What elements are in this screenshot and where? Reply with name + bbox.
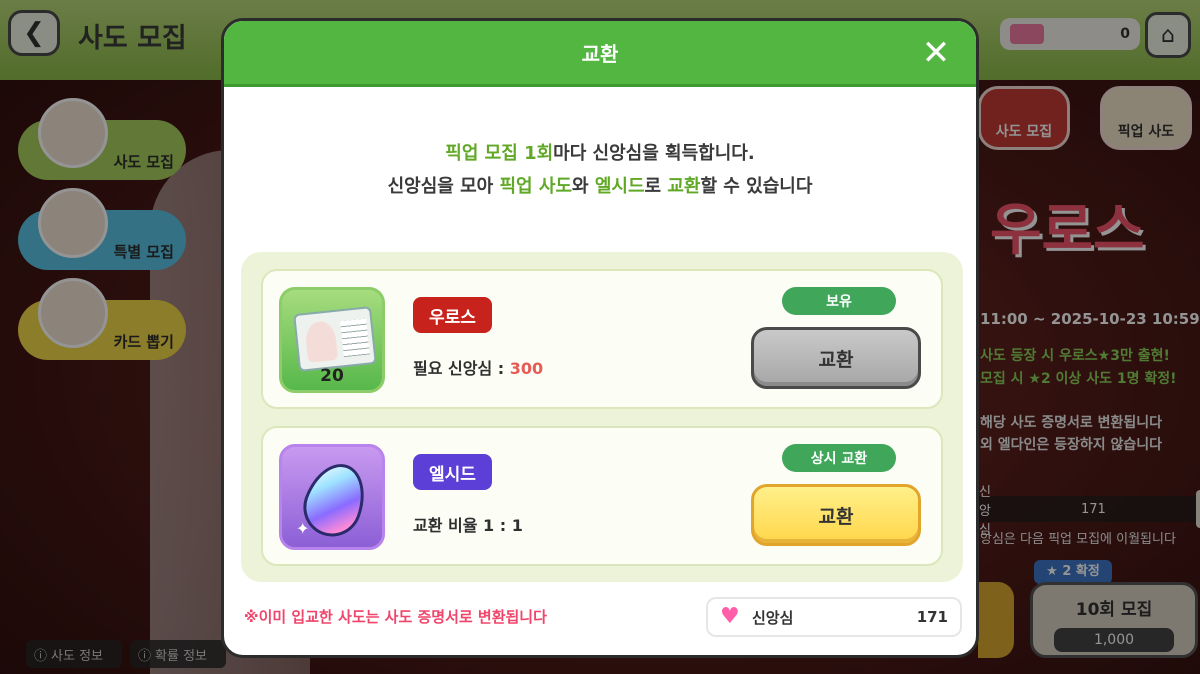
conversion-note: ※이미 입교한 사도는 사도 증명서로 변환됩니다 xyxy=(244,608,547,626)
list-item: 20 우로스 필요 신앙심 : 300 보유 교환 xyxy=(261,269,943,409)
item-name-tag: 엘시드 xyxy=(413,454,492,490)
faith-label: 신앙심 xyxy=(752,608,794,627)
exchange-button[interactable]: 교환 xyxy=(751,484,921,546)
status-badge: 상시 교환 xyxy=(782,444,896,472)
description-text: 로 xyxy=(644,176,668,197)
description-text: 마다 신앙심을 획득합니다. xyxy=(553,143,755,164)
description-text: 와 xyxy=(572,176,595,197)
description-text: 신앙심을 모아 xyxy=(387,176,500,197)
close-icon: ✕ xyxy=(921,33,951,73)
description-line-1: 픽업 모집 1회마다 신앙심을 획득합니다. xyxy=(224,137,976,170)
item-requirement: 필요 신앙심 : 300 xyxy=(413,355,543,379)
exchange-list: 20 우로스 필요 신앙심 : 300 보유 교환 ✦ 엘시드 교환 비율 1 … xyxy=(241,252,963,582)
exchange-modal: 교환 ✕ 픽업 모집 1회마다 신앙심을 획득합니다. 신앙심을 모아 픽업 사… xyxy=(221,18,979,658)
text-lines-icon xyxy=(340,318,370,358)
description-text: 할 수 있습니다 xyxy=(700,176,813,197)
portrait-icon xyxy=(304,319,339,363)
exchange-button-disabled[interactable]: 교환 xyxy=(751,327,921,389)
status-badge: 보유 xyxy=(782,287,896,315)
certificate-card-icon xyxy=(293,306,377,372)
description-line-2: 신앙심을 모아 픽업 사도와 엘시드로 교환할 수 있습니다 xyxy=(224,170,976,203)
exchange-description: 픽업 모집 1회마다 신앙심을 획득합니다. 신앙심을 모아 픽업 사도와 엘시… xyxy=(224,137,976,203)
faith-count: 171 xyxy=(916,608,948,626)
highlight-text: 픽업 사도 xyxy=(499,176,573,197)
item-quantity: 20 xyxy=(320,366,344,386)
list-item: ✦ 엘시드 교환 비율 1 : 1 상시 교환 교환 xyxy=(261,426,943,566)
heart-icon: ♥ xyxy=(720,604,740,629)
highlight-text: 교환 xyxy=(667,176,701,197)
sparkle-icon: ✦ xyxy=(296,519,310,538)
item-exchange-ratio: 교환 비율 1 : 1 xyxy=(413,516,523,535)
faith-balance: ♥ 신앙심 171 xyxy=(706,597,962,637)
elseed-icon: ✦ xyxy=(279,444,385,550)
highlight-text: 픽업 모집 1회 xyxy=(445,143,554,164)
modal-header: 교환 ✕ xyxy=(224,21,976,87)
requirement-value: 300 xyxy=(509,359,544,378)
apostle-certificate-icon: 20 xyxy=(279,287,385,393)
modal-title: 교환 xyxy=(581,42,619,66)
close-button[interactable]: ✕ xyxy=(918,33,954,73)
highlight-text: 엘시드 xyxy=(594,176,645,197)
requirement-label: 필요 신앙심 : xyxy=(413,359,510,378)
item-name-tag: 우로스 xyxy=(413,297,492,333)
